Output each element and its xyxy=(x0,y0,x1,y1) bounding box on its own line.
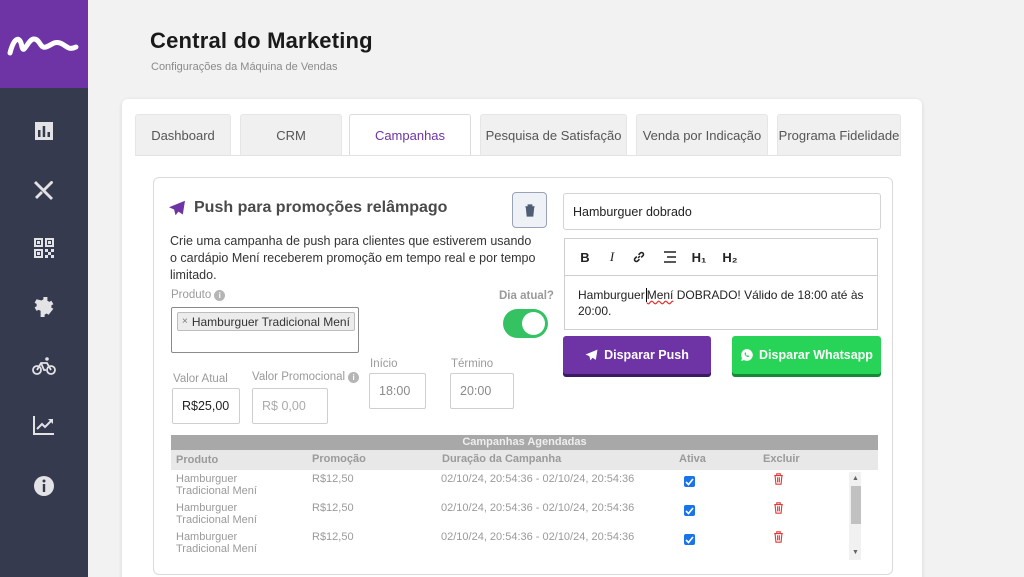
push-title-text: Push para promoções relâmpago xyxy=(194,199,448,216)
col-produto: Produto xyxy=(176,454,219,466)
brand-logo[interactable] xyxy=(0,0,88,88)
whatsapp-icon xyxy=(741,349,753,361)
link-button[interactable] xyxy=(631,249,647,265)
scheduled-campaigns-table: Campanhas Agendadas Produto Promoção Dur… xyxy=(171,435,878,563)
delete-campaign-button[interactable] xyxy=(512,192,547,228)
paper-plane-icon xyxy=(585,349,598,361)
valor-atual-input[interactable]: R$25,00 xyxy=(172,388,240,424)
delete-row-icon[interactable] xyxy=(773,502,784,517)
delete-row-icon[interactable] xyxy=(773,473,784,488)
termino-input[interactable]: 20:00 xyxy=(450,373,514,409)
row-produto: Hamburguer Tradicional Mení xyxy=(176,531,257,555)
message-editor[interactable]: B I H₁ H₂ Hamburguer Mení DOBRADO! Válido… xyxy=(564,238,878,330)
push-section-title: Push para promoções relâmpago xyxy=(168,199,447,217)
inicio-label: Início xyxy=(370,358,398,370)
trending-icon[interactable] xyxy=(29,410,59,440)
scroll-up-icon[interactable]: ▲ xyxy=(852,475,859,482)
table-scroll-thumb[interactable] xyxy=(851,486,861,524)
bold-button[interactable]: B xyxy=(577,249,593,265)
bicycle-icon[interactable] xyxy=(29,351,59,381)
tab-venda-indicacao[interactable]: Venda por Indicação xyxy=(636,114,768,155)
align-button[interactable] xyxy=(662,249,678,265)
h1-button[interactable]: H₁ xyxy=(689,249,709,265)
page-title: Central do Marketing xyxy=(150,28,373,53)
inicio-input[interactable]: 18:00 xyxy=(369,373,426,409)
row-promocao: R$12,50 xyxy=(312,531,354,543)
row-promocao: R$12,50 xyxy=(312,473,354,485)
row-duracao: 02/10/24, 20:54:36 - 02/10/24, 20:54:36 xyxy=(441,473,635,485)
info-icon: i xyxy=(348,371,360,383)
table-header: Produto Promoção Duração da Campanha Ati… xyxy=(171,450,878,470)
push-description: Crie uma campanha de push para clientes … xyxy=(170,234,536,282)
tab-dashboard[interactable]: Dashboard xyxy=(135,114,231,155)
italic-button[interactable]: I xyxy=(604,249,620,265)
misspelled-word: Mení xyxy=(646,288,674,302)
row-produto: Hamburguer Tradicional Mení xyxy=(176,502,257,526)
row-produto: Hamburguer Tradicional Mení xyxy=(176,473,257,497)
row-duracao: 02/10/24, 20:54:36 - 02/10/24, 20:54:36 xyxy=(441,531,635,543)
h2-button[interactable]: H₂ xyxy=(720,249,740,265)
valor-promocional-label: Valor Promocional i xyxy=(252,371,360,383)
table-row: Hamburguer Tradicional Mení R$12,50 02/1… xyxy=(171,470,878,499)
align-icon xyxy=(664,251,676,263)
produto-label: Produto i xyxy=(171,289,226,301)
ativa-checkbox[interactable] xyxy=(684,534,695,545)
table-caption: Campanhas Agendadas xyxy=(171,435,878,450)
paper-plane-icon xyxy=(169,200,185,216)
termino-label: Término xyxy=(451,358,494,370)
row-duracao: 02/10/24, 20:54:36 - 02/10/24, 20:54:36 xyxy=(441,502,635,514)
qrcode-icon[interactable] xyxy=(29,233,59,263)
dia-atual-toggle[interactable] xyxy=(503,309,548,338)
tab-campanhas[interactable]: Campanhas xyxy=(349,114,471,156)
disparar-whatsapp-button[interactable]: Disparar Whatsapp xyxy=(732,336,881,374)
dia-atual-label: Dia atual? xyxy=(499,290,554,302)
logo-wave-icon xyxy=(7,36,79,56)
toggle-knob xyxy=(522,312,545,335)
valor-promocional-input[interactable]: R$ 0,00 xyxy=(252,388,328,424)
trash-icon xyxy=(524,203,535,217)
product-chip[interactable]: × Hamburguer Tradicional Mení ( xyxy=(177,312,355,331)
info-icon: i xyxy=(214,289,226,301)
valor-atual-label: Valor Atual xyxy=(173,373,228,385)
row-promocao: R$12,50 xyxy=(312,502,354,514)
col-duracao: Duração da Campanha xyxy=(442,453,562,465)
delete-row-icon[interactable] xyxy=(773,531,784,546)
gear-icon[interactable] xyxy=(29,292,59,322)
col-excluir: Excluir xyxy=(763,453,800,465)
ativa-checkbox[interactable] xyxy=(684,476,695,487)
utensils-icon[interactable] xyxy=(29,175,59,205)
tab-crm[interactable]: CRM xyxy=(240,114,342,155)
sidebar xyxy=(0,0,88,577)
editor-body[interactable]: Hamburguer Mení DOBRADO! Válido de 18:00 … xyxy=(565,276,877,330)
product-select[interactable]: × Hamburguer Tradicional Mení ( xyxy=(171,307,359,353)
campaign-name-input[interactable]: Hamburguer dobrado xyxy=(563,193,881,230)
page-subtitle: Configurações da Máquina de Vendas xyxy=(151,61,338,73)
table-row: Hamburguer Tradicional Mení R$12,50 02/1… xyxy=(171,499,878,528)
disparar-push-button[interactable]: Disparar Push xyxy=(563,336,711,374)
table-row: Hamburguer Tradicional Mení R$12,50 02/1… xyxy=(171,528,878,557)
tab-pesquisa[interactable]: Pesquisa de Satisfação xyxy=(480,114,627,155)
col-promocao: Promoção xyxy=(312,453,366,465)
scroll-down-icon[interactable]: ▼ xyxy=(852,549,859,556)
chart-icon[interactable] xyxy=(29,116,59,146)
editor-toolbar: B I H₁ H₂ xyxy=(565,239,877,276)
tab-programa-fidelidade[interactable]: Programa Fidelidade xyxy=(777,114,901,155)
col-ativa: Ativa xyxy=(679,453,706,465)
chip-remove-icon[interactable]: × xyxy=(182,316,188,327)
tab-divider xyxy=(135,155,901,156)
ativa-checkbox[interactable] xyxy=(684,505,695,516)
link-icon xyxy=(633,251,645,263)
info-icon[interactable] xyxy=(29,471,59,501)
